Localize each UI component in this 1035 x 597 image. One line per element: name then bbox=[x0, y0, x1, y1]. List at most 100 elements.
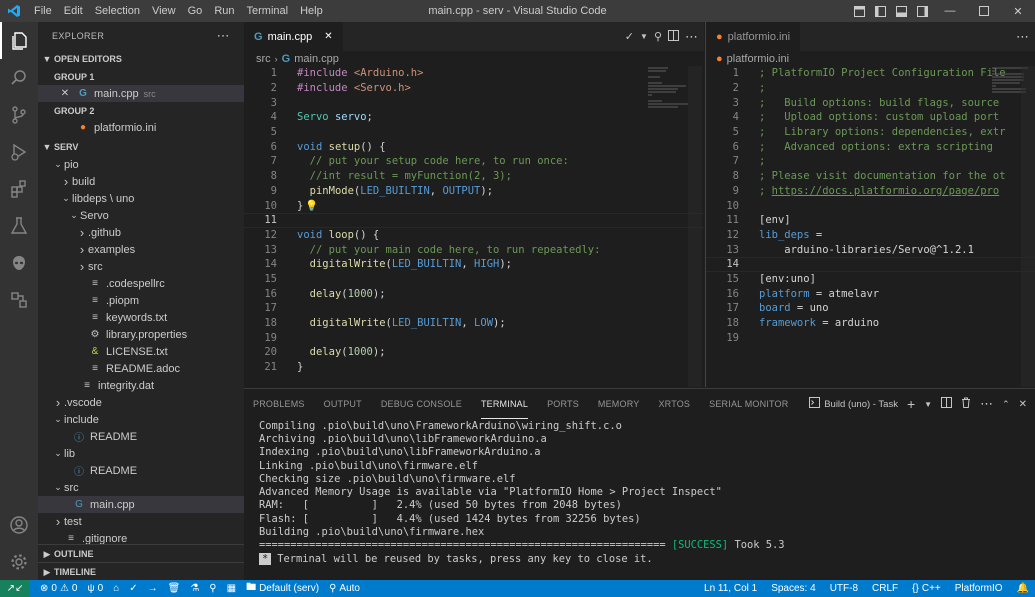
toggle-panel-icon[interactable] bbox=[891, 0, 912, 22]
run-debug-icon[interactable] bbox=[0, 133, 38, 170]
indentation[interactable]: Spaces: 4 bbox=[771, 583, 815, 594]
close-tab-icon[interactable]: ✕ bbox=[324, 31, 332, 42]
notifications-bell-icon[interactable]: 🔔 bbox=[1017, 583, 1029, 594]
pio-test-flask-icon[interactable]: ⚗ bbox=[190, 583, 199, 594]
tab-debug-console[interactable]: DEBUG CONSOLE bbox=[381, 389, 462, 419]
code-editor-main-cpp[interactable]: 1 #include <Arduino.h> 2 #include <Servo.h>… bbox=[244, 66, 704, 374]
menu-file[interactable]: File bbox=[28, 0, 58, 22]
pio-upload-arrow-icon[interactable]: → bbox=[148, 583, 158, 594]
tree-item[interactable]: ≡ .codespellrc bbox=[38, 275, 244, 292]
cursor-position[interactable]: Ln 11, Col 1 bbox=[704, 583, 757, 594]
close-window-icon[interactable]: ✕ bbox=[1001, 0, 1035, 22]
check-icon[interactable]: ✓ bbox=[625, 30, 634, 43]
tree-item[interactable]: › src bbox=[38, 258, 244, 275]
tree-item[interactable]: ≡ .piopm bbox=[38, 292, 244, 309]
pio-serial-plug-icon[interactable]: ⚲ bbox=[209, 583, 216, 594]
tree-item[interactable]: › .vscode bbox=[38, 394, 244, 411]
manage-gear-icon[interactable] bbox=[0, 543, 38, 580]
restore-icon[interactable] bbox=[967, 0, 1001, 22]
port-auto-selector[interactable]: ⚲ Auto bbox=[329, 583, 360, 594]
tree-item[interactable]: Gmain.cpp bbox=[38, 496, 244, 513]
pio-terminal-icon[interactable]: ▦ bbox=[227, 583, 236, 594]
tree-item[interactable]: ⓘ README bbox=[38, 462, 244, 479]
split-terminal-icon[interactable] bbox=[941, 397, 953, 411]
tree-item[interactable]: › .github bbox=[38, 224, 244, 241]
tree-item[interactable]: › examples bbox=[38, 241, 244, 258]
minimize-icon[interactable]: — bbox=[933, 0, 967, 22]
timeline-header[interactable]: ▶ TIMELINE bbox=[38, 563, 244, 580]
breadcrumb-file-ini[interactable]: platformio.ini bbox=[727, 53, 789, 65]
tab-problems[interactable]: PROBLEMS bbox=[253, 389, 305, 419]
open-editors-group-2[interactable]: GROUP 2 bbox=[38, 102, 244, 119]
menu-terminal[interactable]: Terminal bbox=[241, 0, 295, 22]
tree-item[interactable]: ≡ keywords.txt bbox=[38, 309, 244, 326]
toggle-secondary-sidebar-icon[interactable] bbox=[912, 0, 933, 22]
tab-output[interactable]: OUTPUT bbox=[324, 389, 362, 419]
tree-item[interactable]: › test bbox=[38, 513, 244, 530]
explorer-icon[interactable] bbox=[0, 22, 38, 59]
tab-terminal[interactable]: TERMINAL bbox=[480, 389, 529, 419]
lightbulb-icon[interactable]: 💡 bbox=[305, 200, 318, 212]
open-editor-main-cpp[interactable]: ✕ G main.cpp src bbox=[38, 85, 244, 102]
problems-indicator[interactable]: ⊗ 0 ⚠ 0 bbox=[40, 583, 77, 594]
more-actions-icon[interactable]: ⋯ bbox=[685, 29, 698, 45]
pio-home-icon[interactable]: ⌂ bbox=[113, 583, 119, 594]
tree-item[interactable]: ⌄ pio bbox=[38, 156, 244, 173]
more-actions-icon[interactable]: ⋯ bbox=[217, 28, 230, 44]
tree-item[interactable]: ⌄ include bbox=[38, 411, 244, 428]
tree-item[interactable]: ⌄ src bbox=[38, 479, 244, 496]
outline-header[interactable]: ▶ OUTLINE bbox=[38, 545, 244, 563]
menu-help[interactable]: Help bbox=[294, 0, 329, 22]
pio-clean-trash-icon[interactable]: 🗑 bbox=[168, 583, 181, 594]
open-editor-platformio-ini[interactable]: ● platformio.ini bbox=[38, 119, 244, 136]
breadcrumb-src[interactable]: src bbox=[256, 53, 271, 65]
more-actions-icon[interactable]: ⋯ bbox=[980, 396, 993, 412]
editor-scrollbar-2[interactable] bbox=[1021, 66, 1035, 387]
upload-plug-icon[interactable]: ⚲ bbox=[654, 30, 662, 43]
editor-scrollbar[interactable] bbox=[688, 66, 702, 387]
project-env-selector[interactable]: 🖿 Default (serv) bbox=[246, 580, 319, 597]
tree-item[interactable]: ⌄ libdeps \ uno bbox=[38, 190, 244, 207]
trash-icon[interactable] bbox=[961, 397, 971, 411]
open-editors-group-1[interactable]: GROUP 1 bbox=[38, 68, 244, 85]
line-ending[interactable]: CRLF bbox=[872, 583, 898, 594]
close-icon[interactable]: ✕ bbox=[58, 88, 72, 99]
terminal-output[interactable]: Compiling .pio\build\uno\FrameworkArduin… bbox=[244, 419, 1035, 565]
account-icon[interactable] bbox=[0, 506, 38, 543]
ports-indicator[interactable]: ψ0 bbox=[87, 583, 103, 594]
tab-xrtos[interactable]: XRTOS bbox=[658, 389, 690, 419]
menu-go[interactable]: Go bbox=[182, 0, 209, 22]
more-actions-icon[interactable]: ⋯ bbox=[1016, 29, 1029, 45]
maximize-panel-icon[interactable]: ⌃ bbox=[1002, 399, 1010, 410]
tree-item[interactable]: ⌄ Servo bbox=[38, 207, 244, 224]
tree-item[interactable]: ⓘ README bbox=[38, 428, 244, 445]
menu-edit[interactable]: Edit bbox=[58, 0, 89, 22]
search-icon[interactable] bbox=[0, 59, 38, 96]
pio-build-check-icon[interactable]: ✓ bbox=[129, 583, 137, 594]
menu-run[interactable]: Run bbox=[208, 0, 240, 22]
menu-view[interactable]: View bbox=[146, 0, 182, 22]
tree-item[interactable]: › build bbox=[38, 173, 244, 190]
new-terminal-plus-icon[interactable]: + bbox=[907, 396, 915, 412]
tab-main-cpp[interactable]: G main.cpp ✕ bbox=[244, 22, 343, 51]
platformio-status[interactable]: PlatformIO bbox=[955, 583, 1003, 594]
language-mode[interactable]: {} C++ bbox=[912, 583, 941, 594]
tab-memory[interactable]: MEMORY bbox=[598, 389, 640, 419]
source-control-icon[interactable] bbox=[0, 96, 38, 133]
menu-selection[interactable]: Selection bbox=[89, 0, 146, 22]
tab-ports[interactable]: PORTS bbox=[547, 389, 579, 419]
terminal-task-selector[interactable]: Build (uno) - Task bbox=[809, 397, 898, 411]
tree-item[interactable]: ⌄ lib bbox=[38, 445, 244, 462]
close-panel-icon[interactable]: ✕ bbox=[1019, 399, 1027, 410]
breadcrumb-file[interactable]: main.cpp bbox=[294, 53, 339, 65]
tree-item[interactable]: ≡ README.adoc bbox=[38, 360, 244, 377]
extensions-icon[interactable] bbox=[0, 170, 38, 207]
testing-flask-icon[interactable] bbox=[0, 207, 38, 244]
remote-indicator-icon[interactable]: ↗↙ bbox=[0, 580, 30, 597]
tab-serial-monitor[interactable]: SERIAL MONITOR bbox=[709, 389, 788, 419]
remote-explorer-icon[interactable] bbox=[0, 281, 38, 318]
tree-item[interactable]: ⚙ library.properties bbox=[38, 326, 244, 343]
toggle-sidebar-icon[interactable] bbox=[870, 0, 891, 22]
chevron-down-icon[interactable]: ▼ bbox=[640, 32, 648, 41]
tree-item[interactable]: & LICENSE.txt bbox=[38, 343, 244, 360]
